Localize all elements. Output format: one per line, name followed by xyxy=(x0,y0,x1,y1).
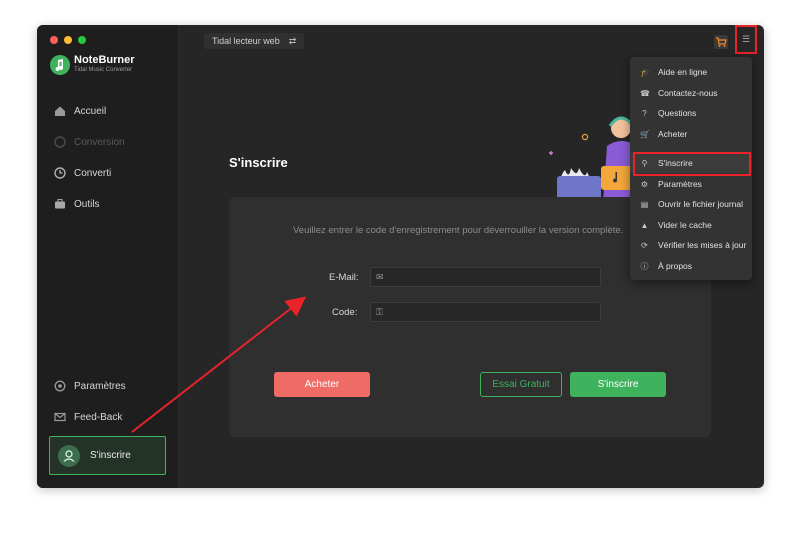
menu-item-acheter[interactable]: 🛒 Acheter xyxy=(630,124,752,144)
sidebar-item-converti[interactable]: Converti xyxy=(54,167,111,179)
gear-icon xyxy=(54,380,66,392)
menu-item-parametres[interactable]: ⚙ Paramètres xyxy=(630,174,752,194)
sidebar-item-label: Conversion xyxy=(74,136,125,148)
zoom-window-button[interactable] xyxy=(78,36,86,44)
broom-icon: ▲ xyxy=(640,220,649,230)
menu-highlight-box xyxy=(633,152,751,176)
menu-item-contactez-nous[interactable]: ☎ Contactez-nous xyxy=(630,83,752,103)
sidebar-item-label: Paramètres xyxy=(74,380,126,392)
code-input[interactable] xyxy=(390,306,584,318)
sidebar-item-label: Feed-Back xyxy=(74,411,123,423)
email-label: E-Mail: xyxy=(329,272,359,283)
menu-item-label: Ouvrir le fichier journal xyxy=(658,199,744,209)
close-window-button[interactable] xyxy=(50,36,58,44)
sidebar-signup-label: S'inscrire xyxy=(90,450,131,461)
app-window: NoteBurner Tidal Music Converter Accueil… xyxy=(37,25,764,488)
envelope-icon: ✉ xyxy=(376,271,384,282)
menu-item-a-propos[interactable]: ⓘ À propos xyxy=(630,256,752,276)
info-icon: ⓘ xyxy=(640,261,649,271)
menu-item-vider-cache[interactable]: ▲ Vider le cache xyxy=(630,215,752,235)
code-label: Code: xyxy=(332,307,358,318)
code-field[interactable]: ⚿ xyxy=(370,302,601,322)
question-icon: ? xyxy=(642,108,647,118)
page-title: S'inscrire xyxy=(229,155,288,170)
app-subtitle: Tidal Music Converter xyxy=(74,67,133,73)
menu-item-mises-a-jour[interactable]: ⟳ Vérifier les mises à jour xyxy=(630,235,752,255)
menu-item-label: Questions xyxy=(658,108,697,118)
sidebar-signup-button[interactable]: S'inscrire xyxy=(49,436,166,475)
menu-item-label: Paramètres xyxy=(658,179,702,189)
main-menu-button[interactable]: ☰ xyxy=(735,25,757,54)
menu-item-label: Vérifier les mises à jour xyxy=(658,240,747,250)
clock-icon xyxy=(54,167,66,179)
menu-item-label: Acheter xyxy=(658,129,688,139)
menu-item-label: Aide en ligne xyxy=(658,67,708,77)
sidebar-item-outils[interactable]: Outils xyxy=(54,198,100,210)
home-icon xyxy=(54,105,66,117)
app-logo-icon xyxy=(50,55,70,75)
menu-item-label: Vider le cache xyxy=(658,220,712,230)
menu-item-journal[interactable]: ▤ Ouvrir le fichier journal xyxy=(630,194,752,214)
register-button[interactable]: S'inscrire xyxy=(570,372,666,397)
sidebar-item-feedback[interactable]: Feed-Back xyxy=(54,411,122,423)
registration-message: Veuillez entrer le code d'enregistrement… xyxy=(293,225,623,236)
menu-item-label: Contactez-nous xyxy=(658,88,718,98)
minimize-window-button[interactable] xyxy=(64,36,72,44)
menu-icon: ☰ xyxy=(741,34,751,44)
source-label: Tidal lecteur web xyxy=(212,36,280,46)
sidebar-item-conversion[interactable]: Conversion xyxy=(54,136,125,148)
email-field[interactable]: ✉ xyxy=(370,267,601,287)
conversion-icon xyxy=(54,136,66,148)
file-icon: ▤ xyxy=(640,199,649,209)
cart-icon: 🛒 xyxy=(640,129,650,139)
sidebar-item-accueil[interactable]: Accueil xyxy=(54,105,106,117)
email-input[interactable] xyxy=(390,271,584,283)
swap-icon: ⇄ xyxy=(288,35,297,46)
phone-icon: ☎ xyxy=(640,88,650,98)
app-name: NoteBurner xyxy=(74,54,135,66)
toolbox-icon xyxy=(54,198,66,210)
sidebar: NoteBurner Tidal Music Converter Accueil… xyxy=(37,25,179,488)
user-icon xyxy=(58,444,80,467)
source-switch-button[interactable]: Tidal lecteur web ⇄ xyxy=(204,33,305,49)
menu-item-questions[interactable]: ? Questions xyxy=(630,103,752,123)
menu-item-label: À propos xyxy=(658,261,693,271)
menu-item-aide-en-ligne[interactable]: 🎓 Aide en ligne xyxy=(630,62,752,82)
sidebar-item-parametres[interactable]: Paramètres xyxy=(54,380,126,392)
gear-icon: ⚙ xyxy=(640,179,649,189)
free-trial-button[interactable]: Essai Gratuit xyxy=(480,372,562,397)
sidebar-item-label: Accueil xyxy=(74,105,107,117)
refresh-icon: ⟳ xyxy=(641,240,648,250)
cart-icon[interactable] xyxy=(714,35,728,49)
buy-button[interactable]: Acheter xyxy=(274,372,370,397)
sidebar-item-label: Converti xyxy=(74,167,112,179)
key-icon: ⚿ xyxy=(376,306,383,317)
sidebar-item-label: Outils xyxy=(74,198,100,210)
mail-icon xyxy=(54,411,66,423)
graduation-cap-icon: 🎓 xyxy=(640,67,650,77)
